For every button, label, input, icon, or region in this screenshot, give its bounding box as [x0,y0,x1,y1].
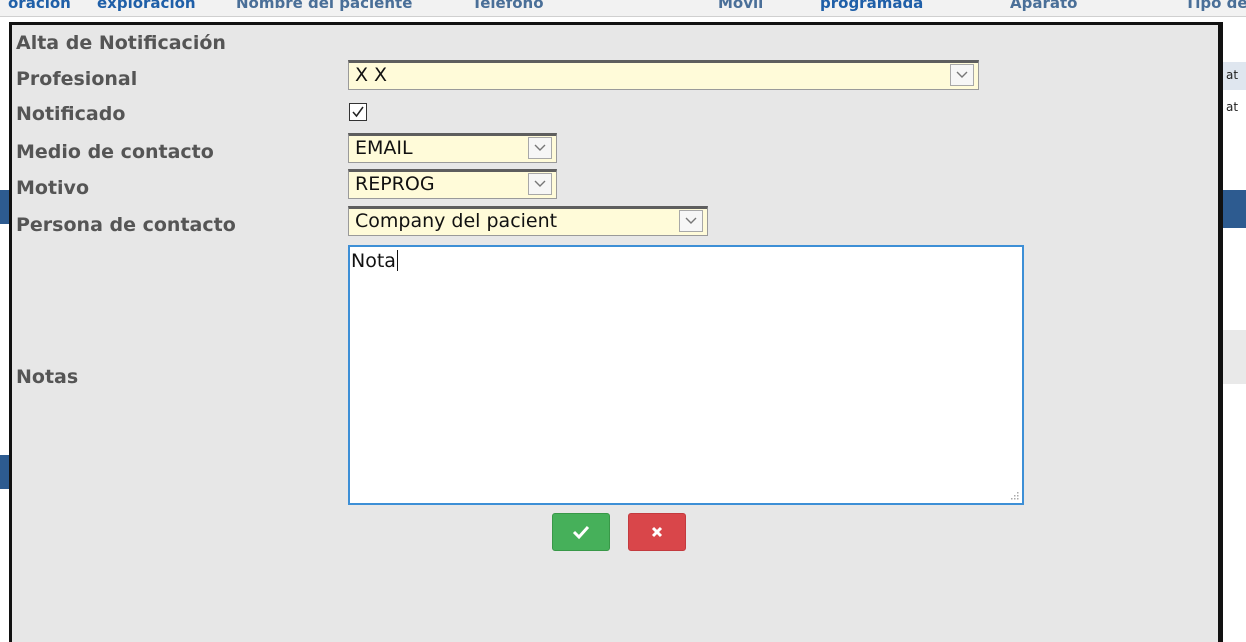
motivo-select[interactable]: REPROG [348,169,557,199]
chevron-down-icon[interactable] [679,210,703,232]
medio-contacto-label: Medio de contacto [16,141,214,163]
motivo-value: REPROG [355,173,435,195]
check-icon [572,525,590,539]
notificado-checkbox[interactable] [349,103,367,121]
bg-gray-block [1222,330,1246,384]
chevron-down-icon[interactable] [528,173,552,195]
bg-col-nombre: Nombre del paciente [236,0,413,12]
bg-col-aparato: Aparato [1010,0,1078,12]
persona-contacto-value: Company del pacient [355,210,558,232]
background-table-header: oración exploración Nombre del paciente … [0,0,1246,17]
profesional-label: Profesional [16,68,138,90]
persona-contacto-label: Persona de contacto [16,214,236,236]
bg-col-programada: programada [820,0,924,12]
resize-grip-icon[interactable] [1009,490,1019,500]
chevron-down-icon[interactable] [950,64,974,86]
close-icon [651,526,663,538]
cancel-button[interactable] [628,513,686,551]
check-icon [352,106,364,118]
dialog-title: Alta de Notificación [16,32,226,54]
chevron-down-icon[interactable] [528,137,552,159]
persona-contacto-select[interactable]: Company del pacient [348,206,708,236]
medio-contacto-value: EMAIL [355,137,413,159]
bg-col-telefono: Teléfono [472,0,544,12]
bg-col-movil: Móvil [718,0,764,12]
profesional-value: X X [355,64,388,86]
notification-dialog: Alta de Notificación Profesional X X Not… [9,22,1223,642]
bg-cell: at [1226,100,1239,114]
bg-col-exploracion: exploración [97,0,196,12]
bg-cell: at [1226,68,1239,82]
bg-dark-bar [1222,190,1246,228]
notas-textarea[interactable]: Nota [348,245,1024,505]
notificado-label: Notificado [16,103,126,125]
medio-contacto-select[interactable]: EMAIL [348,133,557,163]
motivo-label: Motivo [16,177,89,199]
bg-col-tipo: Tipo de [1185,0,1246,12]
notas-label: Notas [16,366,79,388]
bg-col-oracion: oración [8,0,71,12]
text-caret [396,250,398,271]
notas-value: Nota [351,250,396,272]
confirm-button[interactable] [552,513,610,551]
profesional-select[interactable]: X X [348,60,979,90]
